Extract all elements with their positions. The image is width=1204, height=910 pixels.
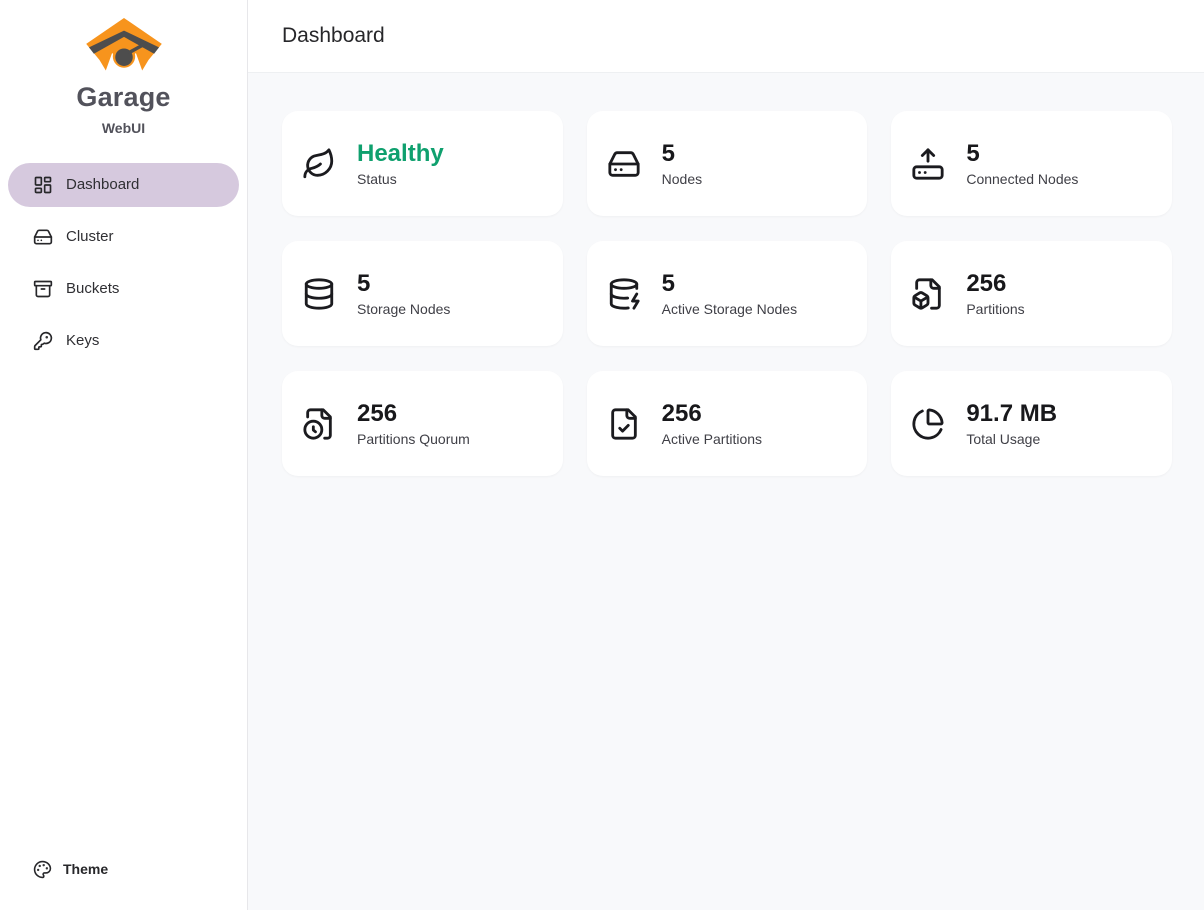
stat-card-connected-nodes: 5 Connected Nodes (891, 111, 1172, 216)
stat-value: 256 (966, 270, 1024, 298)
stat-card-status: Healthy Status (282, 111, 563, 216)
stat-value: 256 (357, 400, 470, 428)
stat-label: Partitions Quorum (357, 431, 470, 447)
topbar: Dashboard (248, 0, 1204, 73)
stat-card-text: 256 Partitions Quorum (357, 400, 470, 447)
pie-chart-icon (911, 407, 945, 441)
stat-value: 5 (357, 270, 450, 298)
palette-icon (33, 860, 52, 879)
stat-card-text: 256 Active Partitions (662, 400, 762, 447)
stat-label: Active Storage Nodes (662, 301, 797, 317)
sidebar: Garage WebUI Dashboard Cluster Buckets Keys… (0, 0, 248, 910)
stat-card-text: 91.7 MB Total Usage (966, 400, 1057, 447)
sidebar-item-label: Dashboard (66, 176, 139, 193)
app-root: Garage WebUI Dashboard Cluster Buckets Keys… (0, 0, 1204, 910)
layout-dashboard-icon (33, 175, 53, 195)
stat-card-text: 256 Partitions (966, 270, 1024, 317)
garage-logo-icon (82, 16, 166, 76)
stat-card-storage-nodes: 5 Storage Nodes (282, 241, 563, 346)
sidebar-item-label: Cluster (66, 228, 114, 245)
stat-value: Healthy (357, 140, 444, 168)
stat-card-partitions-quorum: 256 Partitions Quorum (282, 371, 563, 476)
file-check-icon (607, 407, 641, 441)
stat-label: Storage Nodes (357, 301, 450, 317)
stat-label: Total Usage (966, 431, 1057, 447)
page-title: Dashboard (282, 24, 385, 48)
stat-card-text: 5 Nodes (662, 140, 702, 187)
main-area: Dashboard Healthy Status 5 Nodes 5 Connected … (248, 0, 1204, 910)
database-icon (302, 277, 336, 311)
sidebar-item-dashboard[interactable]: Dashboard (8, 163, 239, 207)
stat-value: 5 (966, 140, 1078, 168)
key-icon (33, 331, 53, 351)
app-title: Garage (0, 83, 247, 113)
stat-card-active-storage-nodes: 5 Active Storage Nodes (587, 241, 868, 346)
sidebar-item-keys[interactable]: Keys (8, 319, 239, 363)
stats-grid: Healthy Status 5 Nodes 5 Connected Nodes 5 Stor… (282, 111, 1172, 476)
sidebar-item-label: Keys (66, 332, 99, 349)
stat-card-text: Healthy Status (357, 140, 444, 187)
stat-card-nodes: 5 Nodes (587, 111, 868, 216)
stat-value: 5 (662, 140, 702, 168)
stat-label: Connected Nodes (966, 171, 1078, 187)
content: Healthy Status 5 Nodes 5 Connected Nodes 5 Stor… (248, 73, 1204, 508)
theme-button-label: Theme (63, 861, 108, 877)
sidebar-nav: Dashboard Cluster Buckets Keys (0, 163, 247, 363)
stat-label: Partitions (966, 301, 1024, 317)
stat-card-text: 5 Storage Nodes (357, 270, 450, 317)
stat-value: 5 (662, 270, 797, 298)
hard-drive-icon (33, 227, 53, 247)
hard-drive-upload-icon (911, 147, 945, 181)
app-subtitle: WebUI (0, 120, 247, 136)
sidebar-item-buckets[interactable]: Buckets (8, 267, 239, 311)
stat-card-partitions: 256 Partitions (891, 241, 1172, 346)
stat-value: 256 (662, 400, 762, 428)
stat-value: 91.7 MB (966, 400, 1057, 428)
theme-button[interactable]: Theme (8, 850, 239, 888)
stat-label: Active Partitions (662, 431, 762, 447)
database-zap-icon (607, 277, 641, 311)
logo-block: Garage WebUI (0, 0, 247, 136)
stat-card-text: 5 Active Storage Nodes (662, 270, 797, 317)
sidebar-item-cluster[interactable]: Cluster (8, 215, 239, 259)
stat-card-active-partitions: 256 Active Partitions (587, 371, 868, 476)
archive-icon (33, 279, 53, 299)
stat-label: Status (357, 171, 444, 187)
stat-card-text: 5 Connected Nodes (966, 140, 1078, 187)
leaf-icon (302, 147, 336, 181)
stat-card-total-usage: 91.7 MB Total Usage (891, 371, 1172, 476)
file-clock-icon (302, 407, 336, 441)
file-box-icon (911, 277, 945, 311)
sidebar-item-label: Buckets (66, 280, 119, 297)
hard-drive-icon (607, 147, 641, 181)
stat-label: Nodes (662, 171, 702, 187)
sidebar-footer: Theme (0, 840, 247, 910)
